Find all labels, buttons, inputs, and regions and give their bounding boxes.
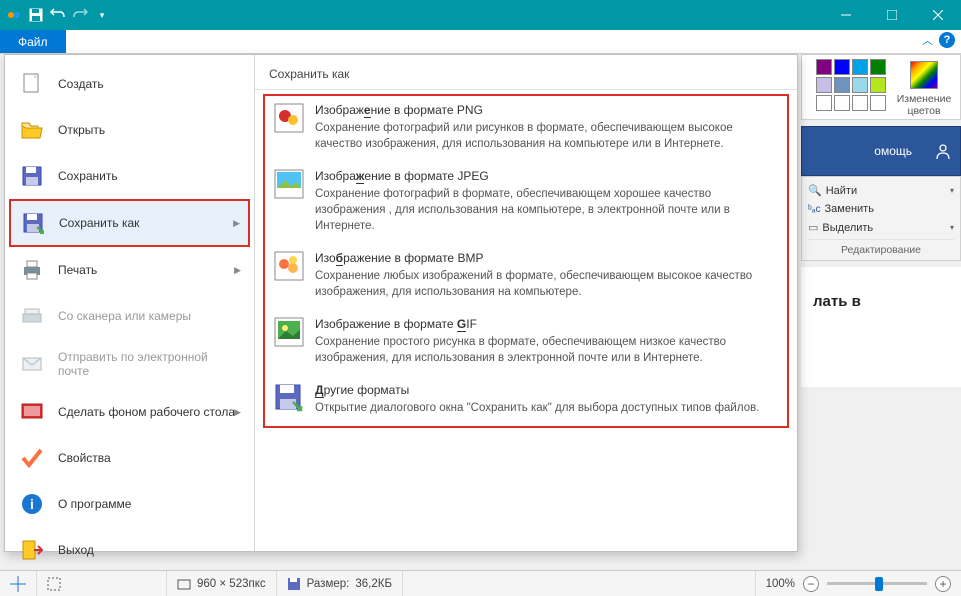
sidebar-item-label: Со сканера или камеры [58,309,191,323]
zoom-slider[interactable] [827,582,927,585]
save-as-icon [21,211,45,235]
color-palette: Изменение цветов [801,54,961,120]
format-bmp[interactable]: Изображение в формате BMPСохранение любы… [265,244,787,310]
color-swatches[interactable] [816,59,886,111]
sidebar-item-open[interactable]: Открыть [9,107,250,153]
submenu-arrow-icon: ▶ [234,265,241,276]
sidebar-item-properties[interactable]: Свойства [9,435,250,481]
app-icon [6,7,22,23]
canvas-dimensions: 960 × 523пкс [167,571,277,596]
document-peek: лать в [801,267,961,387]
crosshair-icon [10,576,26,592]
sidebar-item-save-as[interactable]: Сохранить как ▶ [9,199,250,247]
jpeg-icon [273,168,305,200]
close-button[interactable] [915,0,961,30]
sidebar-item-email: Отправить по электронной почте [9,339,250,389]
exit-icon [20,538,44,562]
person-icon [934,142,952,160]
backstage-sidebar: Создать Открыть Сохранить Сохранить как … [5,55,255,551]
help-icon[interactable]: ? [939,32,955,48]
maximize-button[interactable] [869,0,915,30]
sidebar-item-label: Печать [58,263,97,277]
new-icon [20,72,44,96]
open-icon [20,118,44,142]
format-gif[interactable]: Изображение в формате GIFСохранение прос… [265,310,787,376]
print-icon [20,258,44,282]
submenu-title: Сохранить как [255,63,797,90]
sidebar-item-new[interactable]: Создать [9,61,250,107]
sidebar-item-label: Создать [58,77,104,91]
edit-colors-label: Изменение цветов [894,91,954,117]
svg-text:i: i [30,496,34,512]
dimensions-icon [177,577,191,591]
email-icon [20,352,44,376]
file-size: Размер: 36,2КБ [277,571,403,596]
sidebar-item-label: Сохранить как [59,216,139,230]
sidebar-item-scanner: Со сканера или камеры [9,293,250,339]
status-bar: 960 × 523пкс Размер: 36,2КБ 100% − + [0,570,961,596]
redo-icon[interactable] [72,7,88,23]
customize-dropdown-icon[interactable]: ▾ [94,7,110,23]
submenu-arrow-icon: ▶ [233,218,240,229]
format-jpeg[interactable]: Изображение в формате JPEGСохранение фот… [265,162,787,244]
sidebar-item-save[interactable]: Сохранить [9,153,250,199]
disk-icon [287,577,301,591]
sidebar-item-exit[interactable]: Выход [9,527,250,573]
format-other[interactable]: Другие форматыОткрытие диалогового окна … [265,376,787,426]
sidebar-item-wallpaper[interactable]: Сделать фоном рабочего стола ▶ [9,389,250,435]
scanner-icon [20,304,44,328]
wallpaper-icon [20,400,44,424]
edit-colors-button[interactable] [910,61,938,89]
file-backstage: Создать Открыть Сохранить Сохранить как … [4,54,798,552]
zoom-out-button[interactable]: − [803,576,819,592]
other-formats-icon [273,382,305,414]
find-button[interactable]: 🔍Найти▾ [808,181,954,200]
zoom-controls: 100% − + [756,576,961,592]
undo-icon[interactable] [50,7,66,23]
cursor-position [0,571,37,596]
png-icon [273,102,305,134]
format-list: Изображение в формате PNGСохранение фото… [263,94,789,428]
sidebar-item-label: О программе [58,497,131,511]
select-button[interactable]: ▭Выделить▾ [808,218,954,237]
word-help-label: омощь [874,144,912,158]
sidebar-item-label: Открыть [58,123,105,137]
sidebar-item-label: Выход [58,543,94,557]
format-png[interactable]: Изображение в формате PNGСохранение фото… [265,96,787,162]
bmp-icon [273,250,305,282]
title-bar: ▾ [0,0,961,30]
sidebar-item-label: Отправить по электронной почте [58,350,239,378]
replace-button[interactable]: ᵇₐcЗаменить [808,200,954,218]
collapse-ribbon-icon[interactable]: ︿ [922,32,933,48]
sidebar-item-about[interactable]: i О программе [9,481,250,527]
zoom-level: 100% [766,578,795,590]
sidebar-item-label: Сделать фоном рабочего стола [58,405,235,419]
right-background-ui: Изменение цветов омощь 🔍Найти▾ ᵇₐcЗамени… [801,54,961,387]
checkmark-icon [20,446,44,470]
backstage-submenu: Сохранить как Изображение в формате PNGС… [255,55,797,551]
zoom-in-button[interactable]: + [935,576,951,592]
selection-icon [47,577,61,591]
minimize-button[interactable] [823,0,869,30]
submenu-arrow-icon: ▶ [234,407,241,418]
gif-icon [273,316,305,348]
ribbon-tabs: Файл ︿ ? [0,30,961,54]
sidebar-item-label: Свойства [58,451,111,465]
selection-size [37,571,167,596]
save-file-icon [20,164,44,188]
info-icon: i [20,492,44,516]
file-tab[interactable]: Файл [0,30,66,53]
editing-group-label: Редактирование [808,239,954,256]
sidebar-item-print[interactable]: Печать ▶ [9,247,250,293]
sidebar-item-label: Сохранить [58,169,118,183]
save-icon[interactable] [28,7,44,23]
word-ribbon-peek: омощь [801,126,961,176]
quick-access-toolbar: ▾ [0,7,110,23]
ribbon-right-controls: ︿ ? [922,32,955,48]
window-controls [823,0,961,30]
editing-panel: 🔍Найти▾ ᵇₐcЗаменить ▭Выделить▾ Редактиро… [801,176,961,261]
